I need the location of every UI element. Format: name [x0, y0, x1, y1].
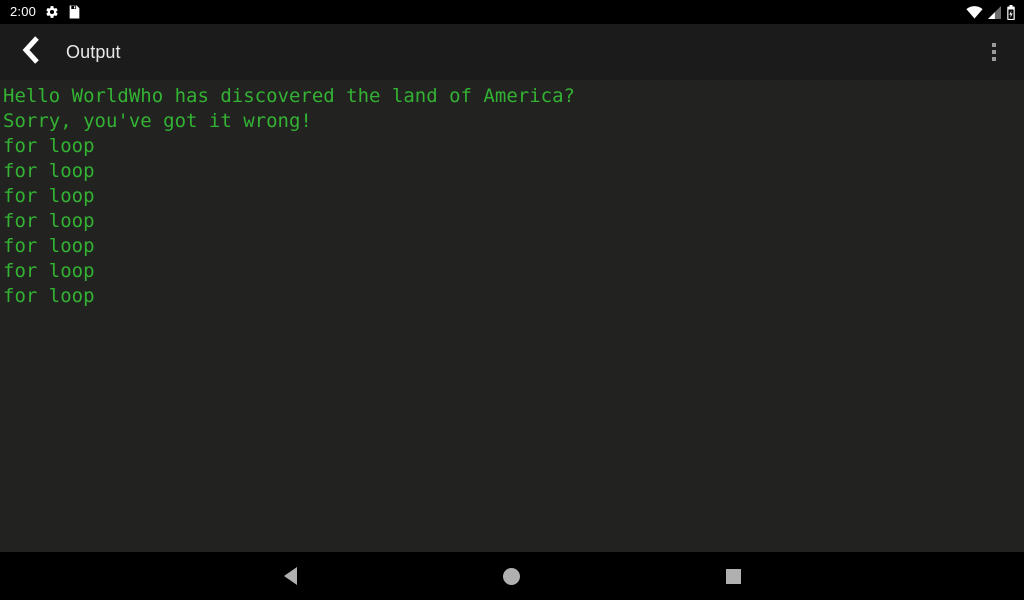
console-line: for loop: [3, 135, 95, 157]
console-line: for loop: [3, 210, 95, 232]
cellular-signal-icon: [987, 5, 1002, 19]
overflow-dot: [992, 43, 996, 47]
back-chevron-icon: [19, 35, 41, 70]
app-bar: Output: [0, 24, 1024, 80]
overflow-menu-button[interactable]: [974, 30, 1014, 74]
android-screen: 2:00 Output Hello WorldWho has discovere…: [0, 0, 1024, 600]
overflow-dot: [992, 50, 996, 54]
console-output[interactable]: Hello WorldWho has discovered the land o…: [0, 80, 1024, 552]
back-button[interactable]: [12, 32, 48, 72]
console-line: for loop: [3, 185, 95, 207]
system-navigation-bar: [0, 552, 1024, 600]
console-line: for loop: [3, 260, 95, 282]
console-line: for loop: [3, 285, 95, 307]
battery-icon: [1006, 4, 1016, 20]
nav-home-button[interactable]: [488, 552, 536, 600]
nav-home-icon: [503, 567, 521, 585]
wifi-icon: [966, 5, 983, 19]
status-bar-right-group: [966, 4, 1016, 20]
console-line: Sorry, you've got it wrong!: [3, 110, 312, 132]
console-line: Hello WorldWho has discovered the land o…: [3, 85, 575, 107]
page-title: Output: [66, 41, 121, 62]
nav-recents-icon: [725, 568, 741, 584]
overflow-dot: [992, 57, 996, 61]
status-bar-left-group: 2:00: [10, 0, 81, 24]
status-bar: 2:00: [0, 0, 1024, 24]
settings-gear-icon: [45, 5, 59, 19]
console-line: for loop: [3, 235, 95, 257]
status-clock: 2:00: [10, 4, 37, 19]
nav-back-icon: [284, 567, 298, 585]
nav-recents-button[interactable]: [709, 552, 757, 600]
console-line: for loop: [3, 160, 95, 182]
nav-back-button[interactable]: [267, 552, 315, 600]
file-save-icon: [68, 5, 81, 19]
